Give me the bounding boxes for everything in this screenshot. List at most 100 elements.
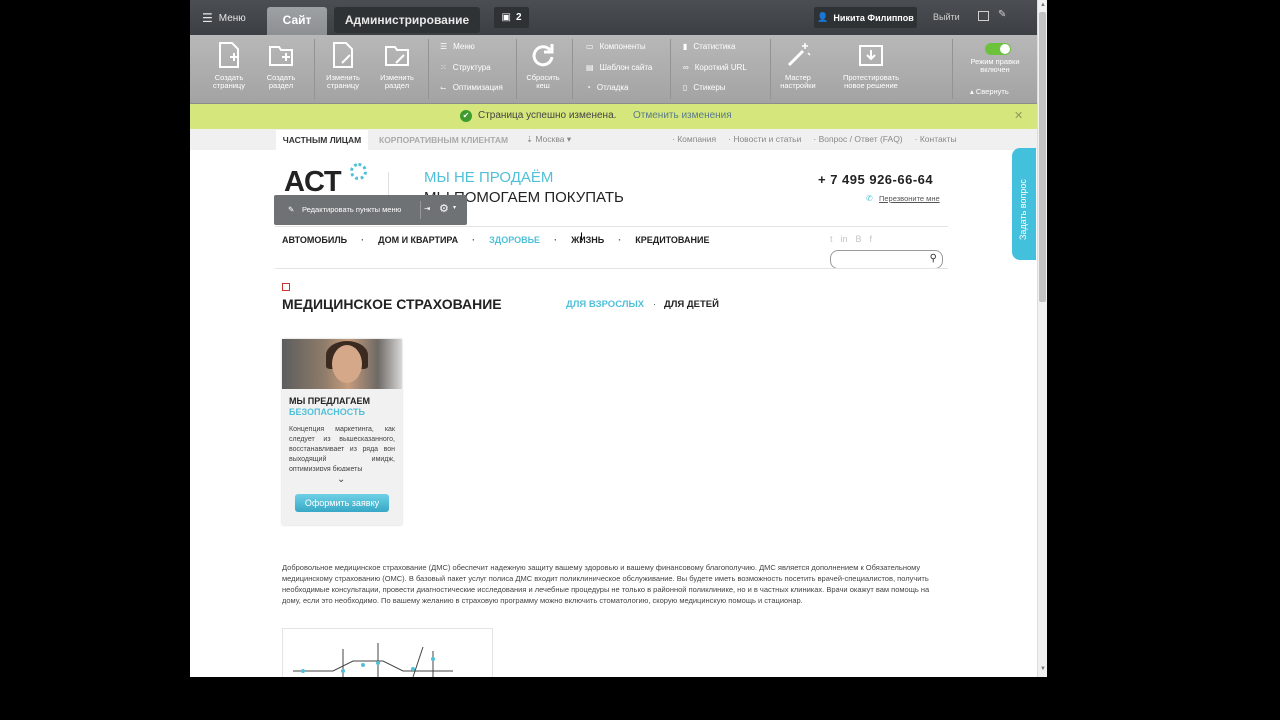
metro-map [282,628,493,677]
metro-map-lines [293,643,453,677]
linkedin-icon[interactable]: in [841,234,848,244]
create-section-button[interactable]: Создать раздел [260,41,302,90]
reset-cache-button[interactable]: Сбросить кеш [522,41,564,90]
list-icon: ☰ [440,42,448,51]
offer-card: МЫ ПРЕДЛАГАЕМ БЕЗОПАСНОСТЬ Концепция мар… [282,339,402,525]
search-input[interactable]: ⚲ [830,250,943,269]
debug-icon: ◔ [586,83,591,92]
tab-site[interactable]: Сайт [267,7,327,35]
slogan-line-1: МЫ НЕ ПРОДАЁМ [424,169,554,186]
scroll-up-icon[interactable]: ▲ [1040,2,1046,8]
notice-message: Страница успешно изменена. [478,110,617,121]
wizard-label: Мастер настройки [780,73,816,90]
statistics-tool[interactable]: ▮ Статистика [683,42,735,51]
nav-top-border [275,226,948,227]
link-contacts[interactable]: · Контакты [915,134,957,144]
sub-separator: · [653,299,657,310]
logout-link[interactable]: Выйти [933,12,960,22]
site-template-tool-label: Шаблон сайта [599,63,653,72]
nav-item-home[interactable]: ДОМ И КВАРТИРА [378,235,472,245]
stickers-tool[interactable]: ▯ Стикеры [683,83,726,92]
user-icon: 👤 [817,12,829,22]
hamburger-icon: ☰ [202,11,213,25]
scrollbar-thumb[interactable] [1039,12,1046,302]
phone-number: + 7 495 926-66-64 [818,172,934,187]
content-paragraph: Добровольное медицинское страхование (ДМ… [282,563,930,605]
stickers-tool-label: Стикеры [693,83,726,92]
bar-chart-icon: ▮ [683,42,688,51]
edit-mode-toggle[interactable] [985,43,1011,55]
expand-chevron-icon[interactable]: ⌄ [337,474,345,485]
nav-item-health[interactable]: ЗДОРОВЬЕ [489,235,554,245]
test-solution-button[interactable]: Протестировать новое решение [834,41,908,90]
toolbar-divider [428,39,429,99]
chevron-down-icon[interactable]: ▾ [453,204,456,211]
window-icon[interactable] [978,11,989,21]
apply-button[interactable]: Оформить заявку [295,494,389,512]
tab-kids[interactable]: ДЛЯ ДЕТЕЙ [664,299,719,310]
search-icon[interactable]: ⚲ [930,253,937,264]
tab-adults[interactable]: ДЛЯ ВЗРОСЛЫХ [566,299,644,310]
edit-page-icon [330,41,356,69]
optimization-tool[interactable]: ⌙ Оптимизация [440,83,503,92]
components-tool[interactable]: ▭ Компоненты [586,42,646,51]
link-faq[interactable]: · Вопрос / Ответ (FAQ) [813,134,902,144]
debug-tool[interactable]: ◔ Отладка [586,83,628,92]
edit-marker-icon[interactable] [282,283,290,291]
vertical-scrollbar[interactable]: ▲ ▼ [1037,0,1047,677]
ask-question-tab[interactable]: Задать вопрос [1012,148,1036,260]
admin-topbar: ☰ Меню Сайт Администрирование ▣ 2 👤 Ники… [190,0,1037,35]
close-icon[interactable]: ✕ [1014,109,1023,122]
callback-link[interactable]: Перезвоните мне [879,194,940,203]
twitter-icon[interactable]: t [830,234,833,244]
edit-menu-items-button[interactable]: Редактировать пункты меню [302,205,401,214]
vk-icon[interactable]: B [856,234,862,244]
notifications-button[interactable]: ▣ 2 [494,7,529,28]
nav-separator: · [618,235,622,245]
toolbar-divider [314,39,315,99]
edit-section-button[interactable]: Изменить раздел [374,41,420,90]
edit-menu-panel: ✎ Редактировать пункты меню ⇥ ⚙ ▾ [274,195,467,225]
structure-tool-label: Структура [452,63,491,72]
wizard-button[interactable]: Мастер настройки [774,41,822,90]
facebook-icon[interactable]: f [870,234,873,244]
nav-separator: · [554,235,558,245]
link-company[interactable]: · Компания [672,134,716,144]
scroll-down-icon[interactable]: ▼ [1040,666,1046,672]
admin-menu-label: Меню [218,12,246,24]
link-news[interactable]: · Новости и статьи [728,134,801,144]
link-icon: ∞ [683,63,689,72]
short-url-tool[interactable]: ∞ Короткий URL [683,63,747,72]
edit-page-button[interactable]: Изменить страницу [320,41,366,90]
grid-icon: ⁙ [440,63,447,72]
pin-icon[interactable]: ⇥ [424,204,430,213]
components-tool-label: Компоненты [599,42,646,51]
user-button[interactable]: 👤 Никита Филиппов [814,7,917,28]
gear-icon[interactable]: ⚙ [439,202,449,215]
create-page-icon [216,41,242,69]
notifications-count: 2 [515,12,522,23]
nav-item-life[interactable]: ЖИЗНЬ [571,235,618,245]
social-links: t in B f [830,234,872,244]
audience-nav: ЧАСТНЫМ ЛИЦАМ КОРПОРАТИВНЫМ КЛИЕНТАМ ⇣ М… [190,129,1037,150]
admin-menu-button[interactable]: ☰ Меню [202,11,246,25]
browser-viewport: ☰ Меню Сайт Администрирование ▣ 2 👤 Ники… [190,0,1047,677]
tab-private[interactable]: ЧАСТНЫМ ЛИЦАМ [276,130,368,150]
edit-page-label: Изменить страницу [326,73,360,90]
tab-corporate[interactable]: КОРПОРАТИВНЫМ КЛИЕНТАМ [379,135,508,145]
statistics-tool-label: Статистика [693,42,736,51]
pencil-icon: ✎ [288,205,295,214]
menu-tool[interactable]: ☰ Меню [440,42,475,51]
undo-changes-link[interactable]: Отменить изменения [633,110,732,121]
collapse-button[interactable]: ▴ Свернуть [970,87,1009,96]
site-template-tool[interactable]: ▤ Шаблон сайта [586,63,652,72]
nav-item-auto[interactable]: АВТОМОБИЛЬ [282,235,361,245]
tab-administration[interactable]: Администрирование [334,7,480,33]
nav-item-credit[interactable]: КРЕДИТОВАНИЕ [635,235,723,245]
create-page-button[interactable]: Создать страницу [208,41,250,90]
pin-icon[interactable]: ✎ [998,9,1006,20]
toolbar-divider [572,39,573,99]
city-select[interactable]: ⇣ Москва ▾ [526,134,571,145]
user-name: Никита Филиппов [833,12,914,23]
structure-tool[interactable]: ⁙ Структура [440,63,491,72]
